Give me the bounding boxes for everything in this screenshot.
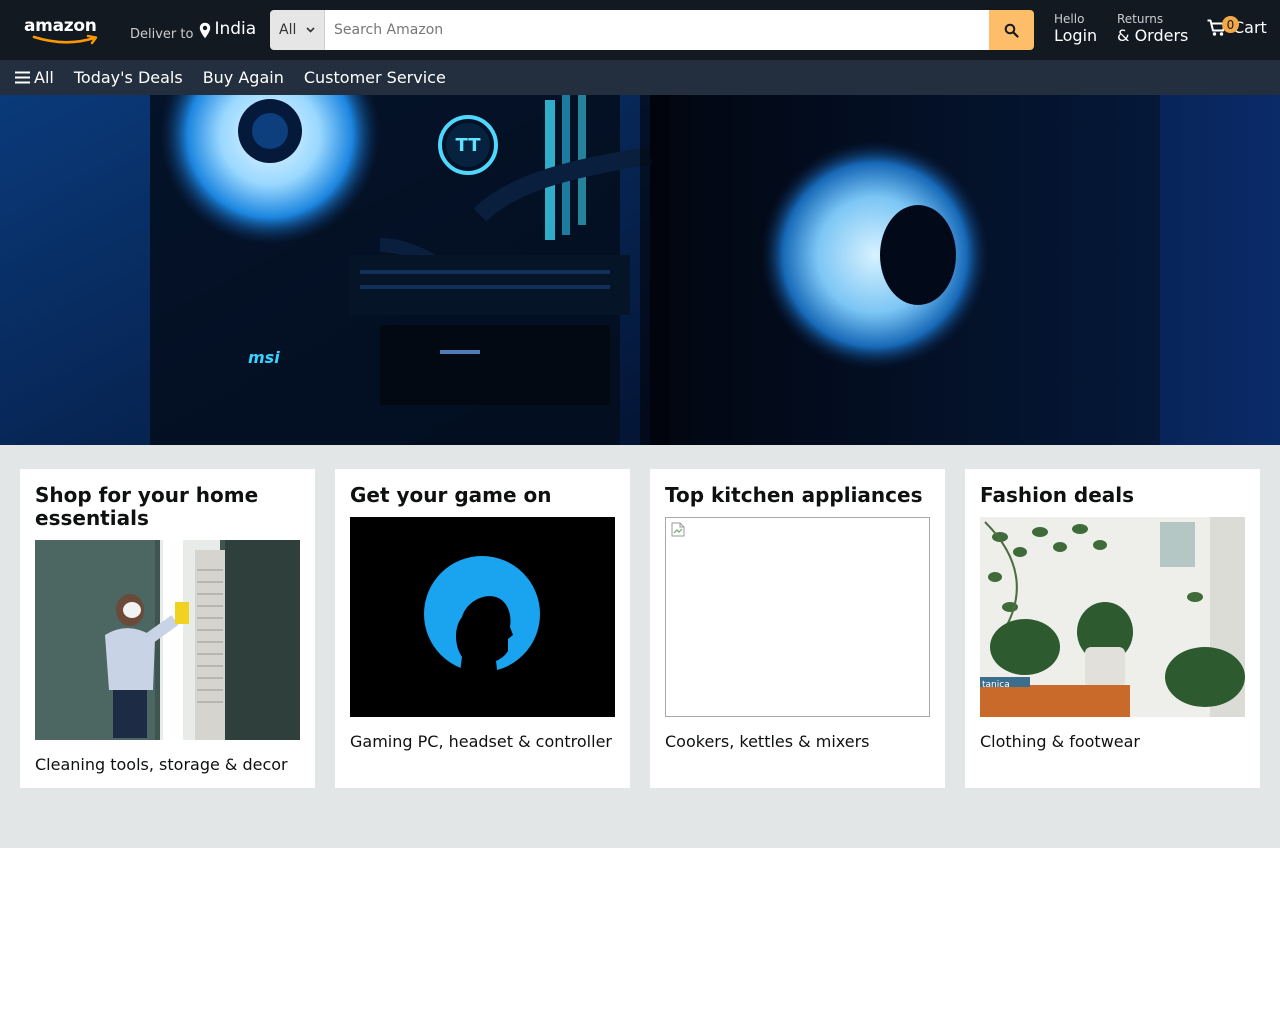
sub-navbar: All Today's Deals Buy Again Customer Ser… bbox=[0, 60, 1280, 95]
card-title: Fashion deals bbox=[980, 483, 1135, 507]
logo-text: amazon bbox=[24, 16, 97, 36]
deliver-to[interactable]: Deliver to India bbox=[130, 19, 256, 42]
cart-button[interactable]: 0 Cart bbox=[1207, 16, 1267, 37]
card-kitchen[interactable]: Top kitchen appliances Cookers, kettles … bbox=[650, 469, 945, 788]
search-input[interactable] bbox=[325, 10, 989, 50]
search-bar: All bbox=[270, 10, 1034, 50]
account-greeting: Hello bbox=[1054, 12, 1085, 26]
account-login-label: Login bbox=[1054, 26, 1098, 45]
card-home-essentials[interactable]: Shop for your home essentials Cleaning t… bbox=[20, 469, 315, 788]
search-button[interactable] bbox=[989, 10, 1034, 50]
search-icon bbox=[1004, 23, 1019, 38]
nav-customer-service[interactable]: Customer Service bbox=[304, 68, 446, 87]
deliver-location-wrap: India bbox=[199, 19, 256, 39]
returns-orders[interactable]: Returns & Orders bbox=[1117, 13, 1188, 44]
broken-image-icon bbox=[671, 522, 685, 537]
logo-smile-icon bbox=[32, 34, 98, 45]
all-menu-button[interactable]: All bbox=[15, 68, 54, 87]
returns-label: Returns bbox=[1117, 12, 1164, 26]
hamburger-icon bbox=[15, 71, 30, 84]
amazon-logo[interactable]: amazon bbox=[24, 14, 108, 45]
hero-banner[interactable]: TT msi bbox=[0, 95, 1280, 445]
card-grid: Shop for your home essentials Cleaning t… bbox=[0, 445, 1280, 848]
card-image-fashion[interactable]: tanica bbox=[980, 517, 1245, 717]
hero-image: TT msi bbox=[0, 95, 1280, 445]
card-caption[interactable]: Gaming PC, headset & controller bbox=[350, 732, 615, 752]
deliver-label: Deliver to bbox=[130, 26, 194, 42]
account-login[interactable]: Hello Login bbox=[1054, 13, 1097, 44]
card-title: Top kitchen appliances bbox=[665, 483, 923, 507]
book-text: tanica bbox=[982, 680, 1010, 690]
nav-todays-deals[interactable]: Today's Deals bbox=[74, 68, 183, 87]
card-caption[interactable]: Cleaning tools, storage & decor bbox=[35, 755, 300, 775]
hero-brand-text: msi bbox=[248, 348, 280, 367]
card-image-home[interactable] bbox=[35, 540, 300, 740]
all-menu-label: All bbox=[34, 68, 54, 87]
card-fashion[interactable]: Fashion deals tanica Clothing & footwear bbox=[965, 469, 1260, 788]
card-title: Shop for your home essentials bbox=[35, 483, 259, 530]
nav-buy-again[interactable]: Buy Again bbox=[203, 68, 284, 87]
top-navbar: amazon Deliver to India All Search Amazo… bbox=[0, 0, 1280, 60]
card-image-gaming[interactable] bbox=[350, 517, 615, 717]
search-category-select[interactable]: All bbox=[270, 10, 325, 50]
orders-label: & Orders bbox=[1117, 26, 1189, 45]
cart-count-badge: 0 bbox=[1222, 16, 1239, 33]
card-caption[interactable]: Clothing & footwear bbox=[980, 732, 1245, 752]
card-title: Get your game on bbox=[350, 483, 552, 507]
card-image-kitchen[interactable] bbox=[665, 517, 930, 717]
deliver-location: India bbox=[214, 19, 257, 39]
card-game[interactable]: Get your game on Gaming PC, headset & co… bbox=[335, 469, 630, 788]
svg-text:TT: TT bbox=[456, 135, 482, 156]
location-pin-icon bbox=[200, 22, 211, 38]
search-category-label: All bbox=[279, 22, 297, 38]
card-caption[interactable]: Cookers, kettles & mixers bbox=[665, 732, 930, 752]
chevron-down-icon bbox=[306, 27, 315, 33]
